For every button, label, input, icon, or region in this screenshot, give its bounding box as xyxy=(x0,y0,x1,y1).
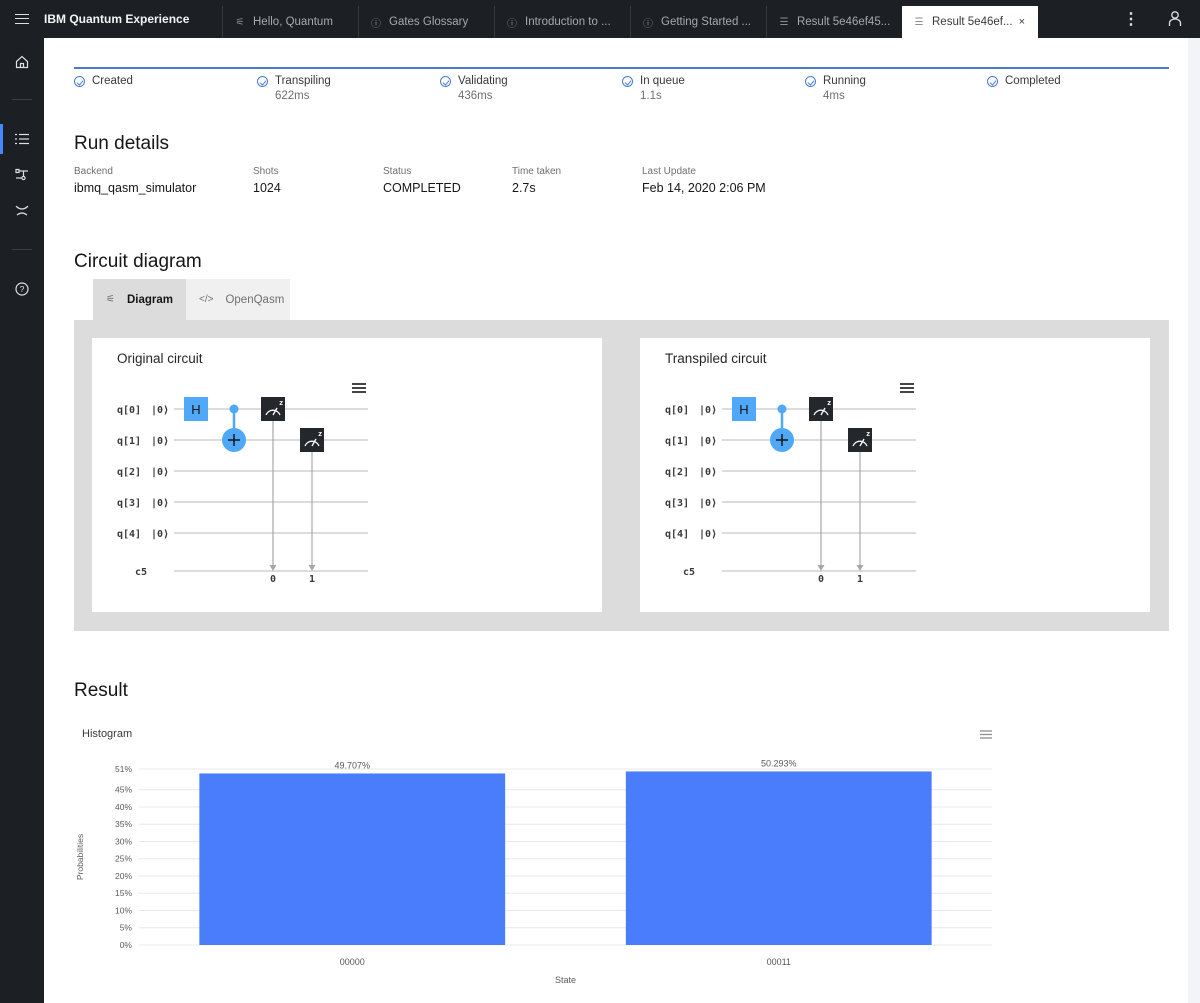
close-icon[interactable]: × xyxy=(1019,16,1025,28)
overflow-menu-icon[interactable]: ⋮ xyxy=(1112,9,1150,29)
y-tick-label: 15% xyxy=(115,888,132,898)
tab-bar: ⚟ Hello, Quantum ⓘ Gates Glossary ⓘ Intr… xyxy=(222,0,1112,38)
x-axis-title: State xyxy=(555,975,576,985)
y-tick-label: 5% xyxy=(120,923,133,933)
histogram-chart: 0% 5% 10% 15% 20% 25% 30% 35% 40% 45% 51% 49.707% 00… xyxy=(75,758,992,985)
y-axis-title: Probabilities xyxy=(75,834,85,880)
app-brand: IBM Quantum Experience xyxy=(44,12,190,26)
home-icon xyxy=(15,55,29,69)
bar-data-label: 50.293% xyxy=(761,758,797,768)
tab-result-2[interactable]: ☰ Result 5e46ef... × xyxy=(902,6,1038,38)
help-icon: ⓘ xyxy=(643,18,653,30)
rail-home[interactable] xyxy=(0,47,44,77)
circuit-icon: ⚟ xyxy=(235,16,245,28)
svg-text:?: ? xyxy=(20,284,25,294)
y-tick-label: 25% xyxy=(115,854,132,864)
rail-help[interactable]: ? xyxy=(0,274,44,304)
user-icon[interactable] xyxy=(1150,11,1200,27)
results-list-icon xyxy=(15,133,29,145)
y-tick-label: 30% xyxy=(115,836,132,846)
x-tick-label: 00011 xyxy=(767,957,791,967)
tab-hello-quantum[interactable]: ⚟ Hello, Quantum xyxy=(222,6,358,38)
rail-divider xyxy=(12,99,32,100)
y-tick-label: 10% xyxy=(115,905,132,915)
rail-results[interactable] xyxy=(0,124,44,154)
main-content: Created Transpiling 622ms Validating 436… xyxy=(44,38,1188,1003)
y-tick-label: 35% xyxy=(115,819,132,829)
histogram-bar xyxy=(199,773,506,945)
y-tick-label: 51% xyxy=(115,764,132,774)
x-tick-label: 00000 xyxy=(340,957,365,967)
tab-result-1[interactable]: ☰ Result 5e46ef45... xyxy=(766,6,902,38)
y-tick-label: 20% xyxy=(115,871,132,881)
tab-gates-glossary[interactable]: ⓘ Gates Glossary xyxy=(358,6,494,38)
help-icon: ? xyxy=(15,282,29,296)
rail-circuit-composer[interactable] xyxy=(0,160,44,190)
top-actions: ⋮ xyxy=(1112,0,1200,38)
top-bar: IBM Quantum Experience ⚟ Hello, Quantum … xyxy=(0,0,1200,38)
histogram-bar xyxy=(625,771,932,945)
y-tick-label: 40% xyxy=(115,802,132,812)
menu-icon[interactable] xyxy=(0,0,44,38)
rail-divider xyxy=(12,249,32,250)
bar-data-label: 49.707% xyxy=(334,760,370,770)
circuit-composer-icon xyxy=(15,168,28,181)
help-icon: ⓘ xyxy=(507,18,517,30)
y-tick-label: 0% xyxy=(120,940,133,950)
left-rail: ? xyxy=(0,38,44,1003)
list-icon: ☰ xyxy=(914,16,924,28)
list-icon: ☰ xyxy=(779,16,789,28)
rail-notebooks[interactable] xyxy=(0,196,44,226)
tab-introduction[interactable]: ⓘ Introduction to ... xyxy=(494,6,630,38)
y-tick-label: 45% xyxy=(115,785,132,795)
tab-getting-started[interactable]: ⓘ Getting Started ... xyxy=(630,6,766,38)
qiskit-notebooks-icon xyxy=(15,205,29,216)
help-icon: ⓘ xyxy=(371,18,381,30)
